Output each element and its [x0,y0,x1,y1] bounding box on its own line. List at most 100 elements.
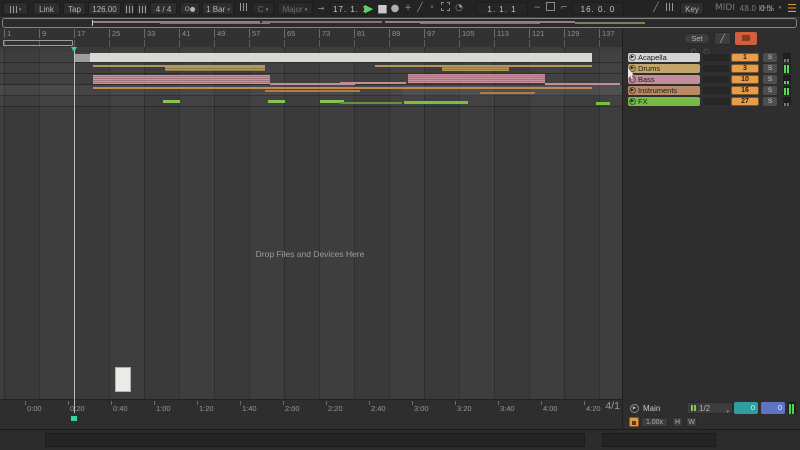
track-play-icon[interactable]: ▶ [629,98,636,105]
capture-midi-button[interactable]: ◔ [453,2,465,15]
track-header-row: ▶Instruments 16 S [623,85,800,96]
track-number[interactable]: 27 [731,97,759,106]
clip[interactable] [268,100,285,103]
status-bar: i Analysis: Done ▶ ▶ Instruments ▾ [0,429,800,450]
track-number[interactable]: 10 [731,75,759,84]
track-name-chip[interactable]: ▶FX [628,97,700,106]
warp-icon[interactable] [629,417,639,427]
add-button[interactable]: + [403,2,413,15]
track-io-slot[interactable] [703,54,729,61]
computer-midi-keyboard-button[interactable] [664,2,676,15]
clip[interactable] [340,82,406,84]
time-ruler[interactable]: 0:000:200:401:001:201:402:002:202:403:00… [0,399,622,430]
tap-tempo-button[interactable]: Tap [63,2,86,15]
clip[interactable] [408,74,545,83]
track-name-chip[interactable]: ▶Instruments [628,86,700,95]
clip[interactable] [265,90,360,92]
play-button[interactable]: ▶ [362,2,376,15]
track-number[interactable]: 16 [731,86,759,95]
track-number[interactable]: 3 [731,64,759,73]
time-signature-field[interactable]: 4 / 4 [150,2,177,15]
time-tick [412,401,413,405]
clip[interactable] [480,65,592,67]
solo-button[interactable]: S [763,64,777,73]
clip[interactable] [340,102,402,104]
punch-in-button[interactable]: ~ [532,2,542,15]
clip[interactable] [93,75,270,84]
metronome-interval-menu[interactable]: 1 Bar ▾ [202,2,234,15]
solo-button[interactable]: S [763,86,777,95]
floating-clip[interactable] [115,367,131,392]
overview-view-box[interactable] [2,18,797,28]
track-play-icon[interactable]: ▶ [629,87,636,94]
track-io-slot[interactable] [703,65,729,72]
scale-root-selector[interactable]: C ▾ [252,2,274,15]
time-tick [68,401,69,405]
track-name-chip[interactable]: ▶Acapella [628,53,700,62]
track-io-slot[interactable] [703,87,729,94]
view-layout-selector[interactable]: ▾ [3,2,28,15]
loop-region-brace[interactable] [3,40,73,46]
send-b-value[interactable]: 0 [761,402,785,414]
follow-button[interactable]: → [315,2,327,15]
stop-button[interactable]: ■ [376,2,389,15]
record-button[interactable]: ● [389,2,401,15]
track-play-icon[interactable]: ▶ [629,76,636,83]
main-track-name[interactable]: Main [643,404,660,413]
nudge-down-button[interactable] [123,2,135,15]
clip[interactable] [165,67,265,71]
zoom-width-button[interactable]: W [686,417,697,427]
insert-marker-bottom[interactable] [71,416,77,421]
overview-clip [575,22,645,24]
chevron-down-icon: ▾ [19,7,22,13]
zoom-factor-display[interactable]: 1.00x [641,417,668,427]
track-io-slot[interactable] [703,98,729,105]
selection-box-button[interactable] [439,2,451,15]
send-a-value[interactable]: 0 [734,402,758,414]
tempo-field[interactable]: 126.00 [88,2,121,15]
beat-time-ruler[interactable]: 191725334149576573818997105113121129137 [0,28,622,48]
highlight-button[interactable]: * [427,2,437,15]
key-map-button[interactable]: Key [680,2,704,15]
track-play-icon[interactable]: ▶ [629,54,636,61]
solo-button[interactable]: S [763,97,777,106]
cpu-meter[interactable]: 0 % [756,2,778,15]
track-lane[interactable] [0,96,622,107]
main-track-play-icon[interactable]: ▶ [630,404,639,413]
loop-button[interactable] [544,2,557,15]
track-number[interactable]: 1 [731,53,759,62]
hamburger-menu-icon[interactable]: ☰ [786,2,798,15]
metronome-button[interactable]: O● [180,2,200,15]
set-loop-button[interactable]: Set [684,33,710,44]
link-button[interactable]: Link [33,2,60,15]
punch-out-button[interactable]: ⌐ [559,2,569,15]
grid-interval-selector[interactable]: 1/2 ▾ [687,402,733,414]
zoom-height-button[interactable]: H [672,417,683,427]
track-name-chip[interactable]: ▶Bass [628,75,700,84]
midi-map-button[interactable]: MIDI [712,2,738,15]
clip[interactable] [480,92,535,94]
overview-clip [160,23,270,24]
draw-mode-button[interactable]: ╱ [415,2,425,15]
loop-length-display[interactable]: 16. 0. 0 [572,2,624,15]
track-io-slot[interactable] [703,76,729,83]
track-name-chip[interactable]: ▶Drums [628,64,700,73]
solo-button[interactable]: S [763,53,777,62]
scale-name-selector[interactable]: Major ▾ [277,2,313,15]
arrangement-area[interactable] [0,47,622,399]
clip[interactable] [163,100,180,103]
time-tick [541,401,542,405]
clip[interactable] [90,53,592,62]
loop-start-display[interactable]: 1. 1. 1 [476,2,528,15]
clip[interactable] [75,54,90,62]
nudge-up-button[interactable] [136,2,148,15]
clip[interactable] [93,87,592,89]
clip[interactable] [596,102,610,105]
arrangement-record-button[interactable] [735,32,757,45]
clip[interactable] [404,101,468,104]
solo-button[interactable]: S [763,75,777,84]
pen-tablet-button[interactable]: ╱ [650,2,662,15]
cpu-menu[interactable]: ▾ [776,2,784,15]
pencil-automation-button[interactable]: ╱ [714,32,731,45]
bar-number: 9 [39,29,46,38]
